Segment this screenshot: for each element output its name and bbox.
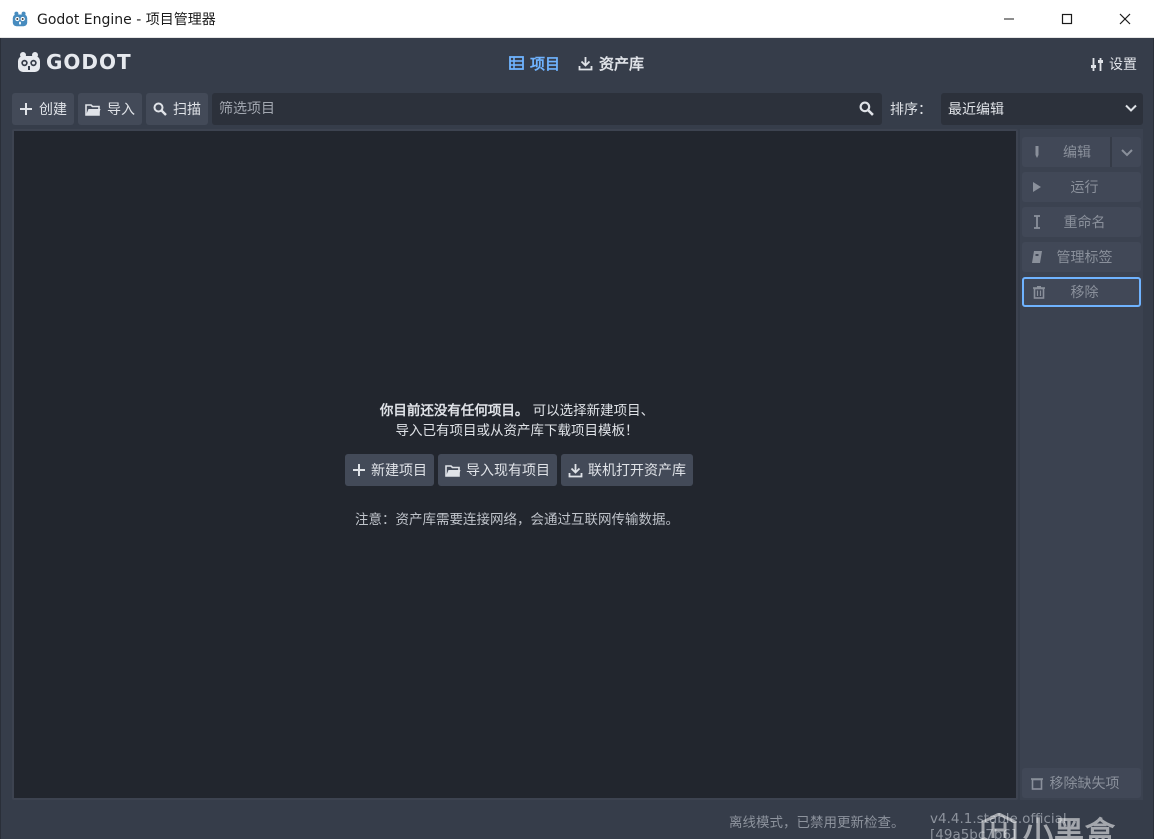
settings-sliders-icon: [1091, 57, 1103, 71]
import-button[interactable]: 导入: [78, 93, 142, 125]
run-label: 运行: [1070, 180, 1099, 196]
close-window-button[interactable]: [1096, 0, 1154, 38]
run-button[interactable]: 运行: [1022, 172, 1141, 202]
remove-missing-label: 移除缺失项: [1049, 776, 1120, 792]
godot-logo-icon: [18, 52, 40, 72]
empty-message-line2: 导入已有项目或从资产库下载项目模板！: [395, 423, 639, 439]
offline-status: 离线模式，已禁用更新检查。: [729, 815, 905, 831]
settings-label: 设置: [1109, 57, 1137, 73]
maximize-icon: [1061, 13, 1073, 25]
plus-icon: [20, 103, 32, 115]
edit-label: 编辑: [1063, 145, 1091, 161]
watermark-text: 小黑盒: [1023, 816, 1116, 839]
sort-selected-value: 最近编辑: [948, 102, 1004, 118]
play-icon: [1033, 182, 1041, 192]
open-asset-library-button[interactable]: 联机打开资产库: [561, 454, 693, 486]
new-project-label: 新建项目: [371, 463, 427, 479]
rename-button[interactable]: 重命名: [1022, 207, 1141, 237]
scan-label: 扫描: [173, 102, 201, 118]
tab-asset-library[interactable]: 资产库: [578, 52, 644, 74]
new-project-button[interactable]: 新建项目: [345, 454, 434, 486]
network-note: 注意：资产库需要连接网络，会通过互联网传输数据。: [355, 512, 679, 528]
remove-label: 移除: [1070, 285, 1099, 301]
settings-button[interactable]: 设置: [1090, 54, 1137, 74]
folder-icon: [85, 103, 101, 116]
empty-message-bold: 你目前还没有任何项目。: [379, 403, 529, 419]
minimize-button[interactable]: [980, 0, 1038, 38]
logo-text: GODOT: [46, 50, 132, 74]
pencil-icon: [1035, 146, 1039, 158]
import-existing-button[interactable]: 导入现有项目: [438, 454, 557, 486]
godot-logo: GODOT: [16, 50, 132, 74]
edit-split-button: 编辑: [1022, 137, 1141, 167]
main-tabs: 项目 资产库: [509, 52, 644, 74]
create-button[interactable]: 创建: [12, 93, 74, 125]
download-icon: [578, 56, 593, 70]
project-actions-panel: 编辑 运行 重命名 管理标签 移除 移除缺失项: [1020, 129, 1143, 800]
filter-projects-field[interactable]: [212, 93, 882, 125]
empty-message-rest: 可以选择新建项目、: [532, 403, 655, 419]
folder-icon: [445, 464, 461, 477]
maximize-button[interactable]: [1038, 0, 1096, 38]
open-asset-library-label: 联机打开资产库: [588, 463, 686, 479]
window-titlebar: Godot Engine - 项目管理器: [0, 0, 1154, 38]
edit-button[interactable]: 编辑: [1022, 137, 1110, 167]
plus-icon: [353, 464, 365, 476]
chevron-down-icon: [1125, 104, 1137, 112]
project-list-icon: [509, 56, 524, 70]
top-bar: GODOT 项目 资产库 设置: [1, 38, 1154, 88]
manage-tags-label: 管理标签: [1056, 250, 1113, 266]
remove-button[interactable]: 移除: [1022, 277, 1141, 307]
tab-projects[interactable]: 项目: [509, 52, 560, 74]
close-icon: [1119, 13, 1131, 25]
watermark: 小黑盒: [981, 808, 1116, 839]
minimize-icon: [1004, 18, 1014, 20]
tab-asset-library-label: 资产库: [599, 54, 645, 73]
window-title: Godot Engine - 项目管理器: [37, 11, 216, 28]
trash-icon: [1033, 286, 1045, 299]
text-cursor-icon: [1034, 215, 1040, 229]
tab-projects-label: 项目: [530, 54, 561, 73]
create-label: 创建: [39, 102, 67, 118]
chevron-down-icon: [1120, 148, 1133, 156]
project-toolbar: 创建 导入 扫描 排序： 最近编辑: [12, 93, 1144, 125]
project-manager: GODOT 项目 资产库 设置 创建 导入 扫描 筛选项目 排序： 最近编辑 你…: [0, 38, 1154, 839]
empty-message: 你目前还没有任何项目。 可以选择新建项目、 导入已有项目或从资产库下载项目模板！: [14, 401, 1020, 441]
remove-missing-button[interactable]: 移除缺失项: [1022, 768, 1141, 798]
sort-label: 排序：: [890, 102, 932, 118]
filter-search-icon: [859, 101, 874, 116]
download-icon: [568, 463, 583, 477]
sort-dropdown[interactable]: 最近编辑: [941, 93, 1143, 125]
trash-icon: [1031, 778, 1043, 790]
tag-icon: [1032, 251, 1042, 263]
edit-options-dropdown[interactable]: [1112, 137, 1141, 167]
empty-actions: 新建项目 导入现有项目 联机打开资产库: [345, 454, 693, 486]
import-label: 导入: [107, 102, 135, 118]
search-icon: [153, 102, 167, 116]
godot-app-icon: [12, 11, 28, 26]
project-list: 你目前还没有任何项目。 可以选择新建项目、 导入已有项目或从资产库下载项目模板！…: [12, 129, 1018, 800]
rename-label: 重命名: [1063, 215, 1106, 231]
scan-button[interactable]: 扫描: [146, 93, 208, 125]
manage-tags-button[interactable]: 管理标签: [1022, 242, 1141, 272]
filter-projects-input[interactable]: [219, 101, 839, 117]
heybox-logo-icon: [981, 813, 1017, 839]
import-existing-label: 导入现有项目: [466, 463, 550, 479]
